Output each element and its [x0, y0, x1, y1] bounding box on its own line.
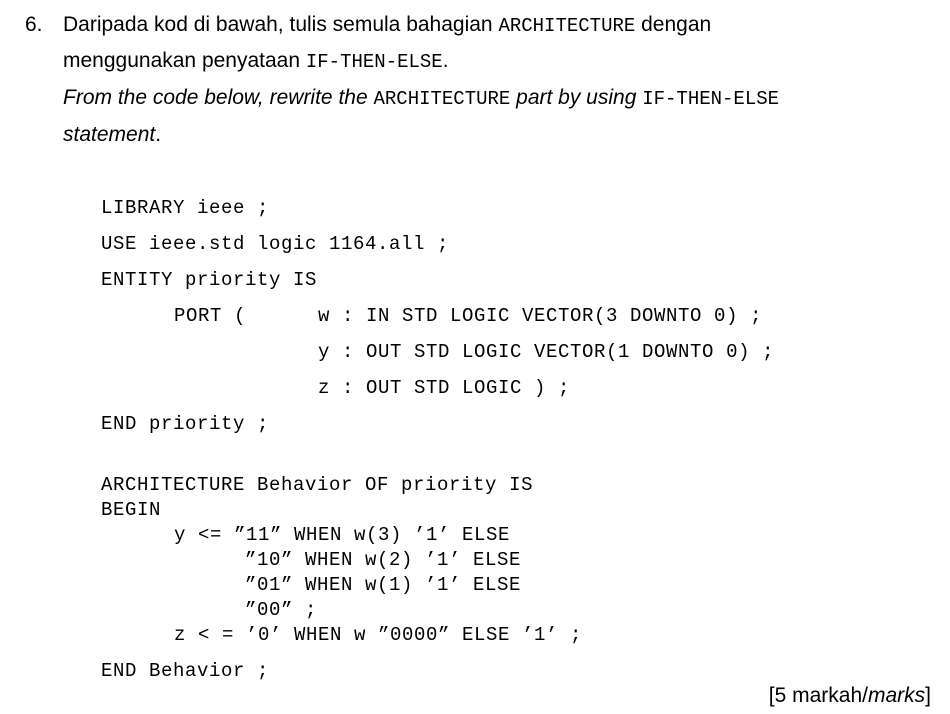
instruction-en-line2: statement.	[63, 124, 161, 145]
code-line: BEGIN	[101, 499, 162, 521]
instruction-ms-text: menggunakan penyataan	[63, 49, 306, 72]
code-line: LIBRARY ieee ;	[101, 197, 270, 219]
code-line: PORT (	[174, 305, 247, 327]
code-line: y <= ”11” WHEN w(3) ’1’ ELSE	[174, 524, 511, 546]
instruction-ms-text: Daripada kod di bawah, tulis semula baha…	[63, 13, 499, 36]
marks-prefix: [5 markah/	[768, 684, 868, 707]
code-line: z : OUT STD LOGIC ) ;	[318, 377, 571, 399]
instruction-en-text: part by using	[510, 86, 643, 109]
instruction-ms-code: ARCHITECTURE	[498, 15, 636, 37]
instruction-en-code: IF-THEN-ELSE	[642, 88, 780, 110]
instruction-ms-text: .	[442, 49, 449, 72]
instruction-en-text: .	[155, 123, 162, 146]
marks-suffix: ]	[925, 684, 931, 707]
instruction-en-text: From the code below, rewrite the	[63, 86, 374, 109]
instruction-ms-line1: Daripada kod di bawah, tulis semula baha…	[63, 14, 711, 36]
instruction-ms-text: dengan	[635, 13, 712, 36]
instruction-en-line1: From the code below, rewrite the ARCHITE…	[63, 87, 779, 109]
code-line: ”00” ;	[245, 599, 318, 621]
marks-italic: marks	[867, 684, 926, 707]
code-line: ”01” WHEN w(1) ’1’ ELSE	[245, 574, 522, 596]
question-number: 6.	[25, 13, 43, 36]
code-line: z < = ’0’ WHEN w ”0000” ELSE ’1’ ;	[174, 624, 583, 646]
instruction-en-code: ARCHITECTURE	[373, 88, 511, 110]
code-line: USE ieee.std logic 1164.all ;	[101, 233, 450, 255]
code-line: END priority ;	[101, 413, 270, 435]
code-line: ARCHITECTURE Behavior OF priority IS	[101, 474, 534, 496]
code-line: y : OUT STD LOGIC VECTOR(1 DOWNTO 0) ;	[318, 341, 775, 363]
instruction-ms-line2: menggunakan penyataan IF-THEN-ELSE.	[63, 50, 449, 72]
code-line: ENTITY priority IS	[101, 269, 318, 291]
marks-label: [5 markah/marks]	[769, 685, 931, 706]
instruction-ms-code: IF-THEN-ELSE	[305, 51, 443, 73]
code-line: w : IN STD LOGIC VECTOR(3 DOWNTO 0) ;	[318, 305, 763, 327]
code-line: ”10” WHEN w(2) ’1’ ELSE	[245, 549, 522, 571]
code-line: END Behavior ;	[101, 660, 270, 682]
instruction-en-text: statement	[63, 123, 156, 146]
